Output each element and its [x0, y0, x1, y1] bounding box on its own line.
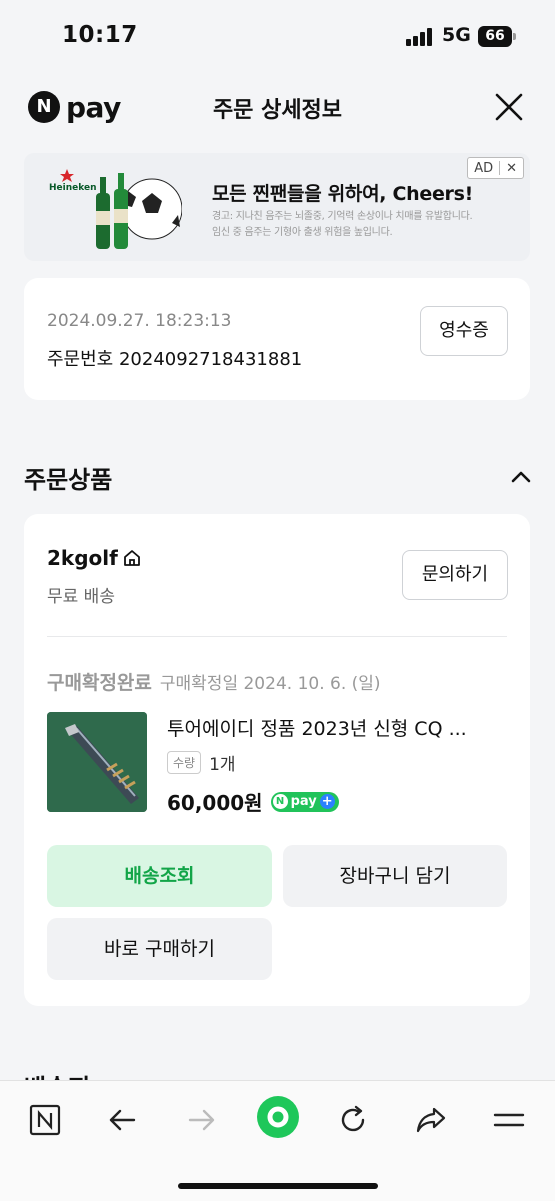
share-icon[interactable] — [414, 1103, 448, 1137]
status-detail: 구매확정일 2024. 10. 6. (일) — [159, 674, 381, 694]
qty-label: 수량 — [167, 751, 202, 774]
ad-fine-print-line: 임신 중 음주는 기형아 출생 위험을 높입니다. — [212, 227, 393, 238]
ad-badge[interactable]: AD ✕ — [467, 157, 524, 179]
buy-now-button[interactable]: 바로 구매하기 — [47, 918, 272, 980]
purchase-status: 구매확정완료 구매확정일 2024. 10. 6. (일) — [47, 668, 381, 695]
status-bar: 10:17 5G 66 — [0, 0, 555, 70]
clock: 10:17 — [62, 22, 138, 48]
heineken-star-icon — [60, 169, 74, 182]
store-home-icon — [123, 550, 140, 566]
app-header: N pay 주문 상세정보 — [0, 70, 555, 145]
ad-close-icon[interactable]: ✕ — [500, 161, 523, 176]
close-icon[interactable] — [492, 90, 526, 124]
shipping-fee: 무료 배송 — [47, 587, 115, 607]
receipt-button[interactable]: 영수증 — [420, 306, 508, 356]
ad-headline: 모든 찐팬들을 위하여, Cheers! — [212, 183, 473, 205]
track-delivery-button[interactable]: 배송조회 — [47, 845, 272, 907]
battery-icon: 66 — [478, 26, 516, 47]
add-to-cart-button[interactable]: 장바구니 담기 — [283, 845, 507, 907]
price-row: 60,000원 N pay + — [167, 787, 339, 816]
product-card: 2kgolf 무료 배송 문의하기 구매확정완료 구매확정일 2024. 10.… — [24, 514, 530, 1006]
home-circle-icon[interactable] — [256, 1095, 300, 1139]
bottom-toolbar — [0, 1080, 555, 1201]
npay-plus-text: pay — [290, 794, 317, 809]
ad-fine-print-line: 경고: 지나친 음주는 뇌졸중, 기억력 손상이나 치매를 유발합니다. — [212, 211, 473, 222]
product-price: 60,000원 — [167, 791, 263, 815]
battery-level: 66 — [478, 26, 512, 47]
section-title: 주문상품 — [24, 466, 113, 494]
store-name[interactable]: 2kgolf — [47, 546, 142, 570]
npay-plus-mark: N — [272, 794, 288, 809]
forward-arrow-icon[interactable] — [184, 1103, 218, 1137]
order-number: 주문번호 2024092718431881 — [47, 345, 302, 371]
ad-fine-print: 경고: 지나친 음주는 뇌졸중, 기억력 손상이나 치매를 유발합니다. 임신 … — [212, 209, 473, 241]
network-type: 5G — [442, 24, 471, 46]
home-indicator — [178, 1183, 378, 1189]
signal-icon — [406, 28, 436, 46]
ad-brand: Heineken — [49, 183, 97, 193]
order-info-card: 2024.09.27. 18:23:13 주문번호 20240927184318… — [24, 278, 530, 400]
chevron-up-icon[interactable] — [510, 466, 532, 488]
back-arrow-icon[interactable] — [106, 1103, 140, 1137]
order-number-value: 2024092718431881 — [118, 349, 303, 370]
npay-plus-badge: N pay + — [270, 791, 339, 812]
menu-icon[interactable] — [492, 1103, 526, 1137]
page-title: 주문 상세정보 — [212, 98, 343, 123]
qty-value: 1개 — [209, 755, 236, 775]
order-date: 2024.09.27. 18:23:13 — [47, 311, 232, 331]
store-name-text: 2kgolf — [47, 546, 118, 570]
inquiry-button[interactable]: 문의하기 — [402, 550, 508, 600]
status-text: 구매확정완료 — [47, 672, 152, 694]
ad-banner[interactable]: Heineken 모든 찐팬들을 위하여, Cheers! 경고: 지나친 음주… — [24, 153, 530, 261]
reload-icon[interactable] — [336, 1103, 370, 1137]
quantity-row: 수량 1개 — [167, 750, 236, 775]
golf-grip-image — [47, 712, 147, 812]
beer-and-ball-image — [96, 173, 182, 249]
ad-label: AD — [474, 160, 494, 176]
order-number-label: 주문번호 — [47, 349, 114, 370]
product-name[interactable]: 투어에이디 정품 2023년 신형 CQ ... — [167, 714, 507, 741]
divider — [47, 636, 507, 637]
naver-n-icon[interactable] — [28, 1103, 62, 1137]
plus-icon: + — [319, 794, 335, 809]
product-thumbnail[interactable] — [47, 712, 147, 812]
